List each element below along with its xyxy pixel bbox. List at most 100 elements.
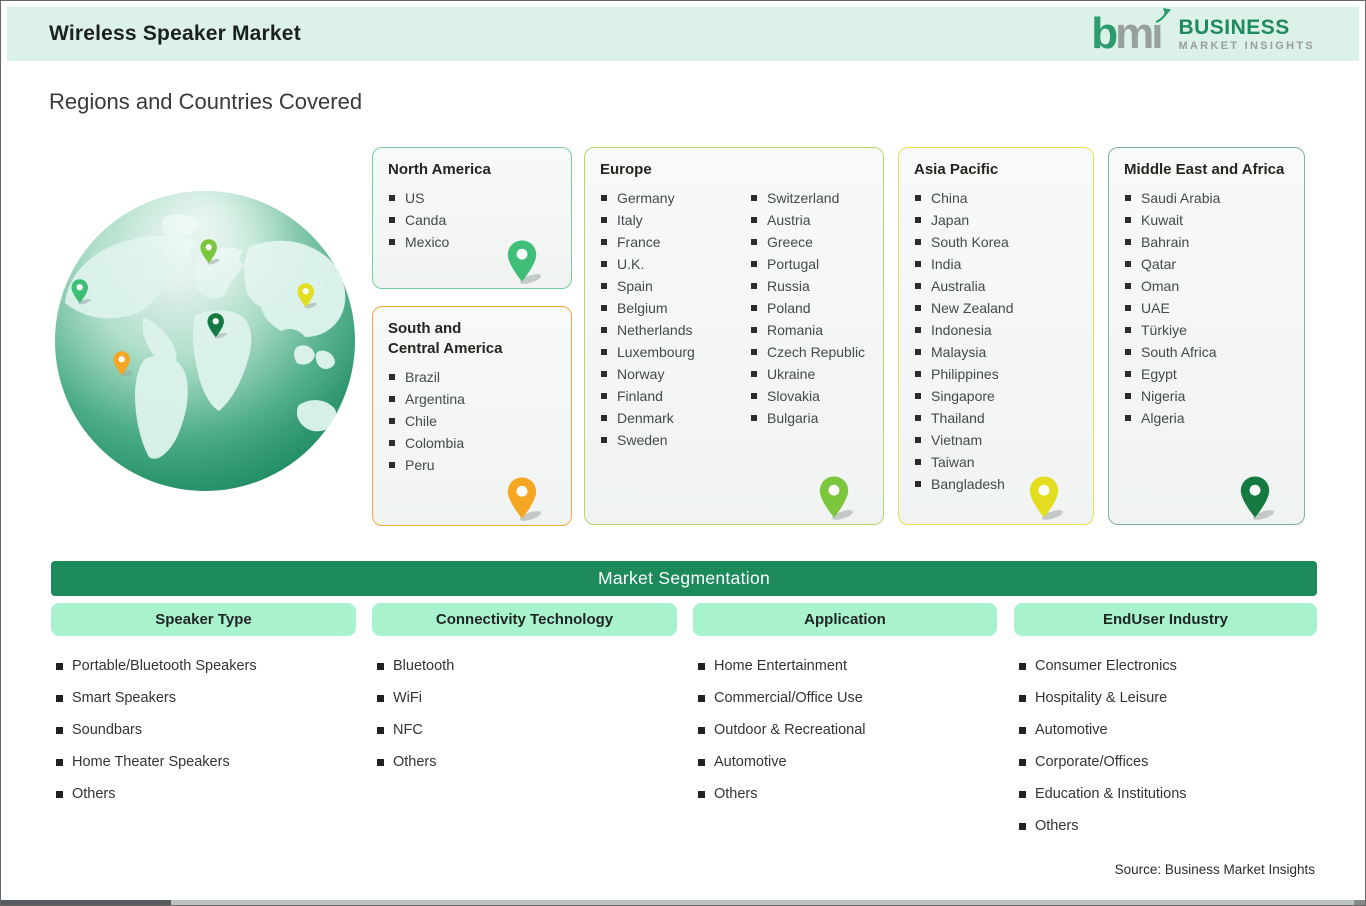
list-item: Bahrain	[1122, 231, 1292, 253]
list-item: Ukraine	[748, 363, 871, 385]
list-item-label: Outdoor & Recreational	[714, 722, 866, 738]
list-item-label: Romania	[767, 322, 824, 338]
bullet-square-icon	[1125, 239, 1131, 245]
globe-graphic	[55, 191, 355, 491]
bullet-square-icon	[915, 305, 921, 311]
list-item: Poland	[748, 297, 871, 319]
scrollbar-thumb[interactable]	[1, 900, 171, 905]
list-item-label: France	[617, 234, 661, 250]
header-band: Wireless Speaker Market bmı BUSINESS MAR…	[7, 7, 1359, 61]
list-item-label: Italy	[617, 212, 643, 228]
bullet-square-icon	[751, 349, 757, 355]
list-item-label: Australia	[931, 278, 986, 294]
list-item: Home Entertainment	[698, 650, 998, 682]
bullet-square-icon	[915, 217, 921, 223]
section-title: Regions and Countries Covered	[49, 89, 363, 114]
list-item-label: Education & Institutions	[1035, 786, 1187, 802]
list-item-label: Hospitality & Leisure	[1035, 690, 1168, 706]
bullet-square-icon	[601, 415, 607, 421]
map-pin-icon	[1029, 476, 1065, 521]
list-item: Denmark	[598, 407, 748, 429]
bullet-square-icon	[389, 396, 395, 402]
list-item: Commercial/Office Use	[698, 682, 998, 714]
region-card-south-central-america: South and Central America Brazil Argentin…	[372, 306, 572, 526]
bullet-square-icon	[1019, 790, 1026, 798]
list-item: NFC	[377, 714, 677, 746]
region-title: South and Central America	[388, 319, 559, 359]
country-list: Germany Italy France U.K. Spain Belgium Nether…	[598, 187, 748, 451]
list-item-label: Türkiye	[1141, 322, 1187, 338]
bullet-square-icon	[601, 239, 607, 245]
region-title-line: South and	[388, 320, 462, 337]
list-item: Others	[56, 778, 356, 810]
list-item: Norway	[598, 363, 748, 385]
bullet-square-icon	[1125, 371, 1131, 377]
list-item-label: Kuwait	[1141, 212, 1184, 228]
bullet-square-icon	[698, 790, 705, 798]
bullet-square-icon	[751, 239, 757, 245]
bullet-square-icon	[389, 440, 395, 446]
bullet-square-icon	[915, 239, 921, 245]
bullet-square-icon	[915, 415, 921, 421]
list-item-label: Bulgaria	[767, 410, 819, 426]
list-item: Portugal	[748, 253, 871, 275]
list-item-label: Consumer Electronics	[1035, 658, 1177, 674]
brand-logo: bmı BUSINESS MARKET INSIGHTS	[1091, 8, 1315, 56]
list-item-label: Czech Republic	[767, 344, 866, 360]
bullet-square-icon	[751, 195, 757, 201]
region-title-line: Central America	[388, 340, 503, 357]
brand-wordmark: BUSINESS MARKET INSIGHTS	[1178, 17, 1315, 52]
bullet-square-icon	[915, 195, 921, 201]
list-item: UAE	[1122, 297, 1292, 319]
europe-country-columns: Germany Italy France U.K. Spain Belgium Nether…	[598, 187, 871, 451]
list-item-label: Algeria	[1141, 410, 1185, 426]
horizontal-scrollbar[interactable]	[1, 900, 1365, 905]
list-item: Consumer Electronics	[1019, 650, 1319, 682]
list-item-label: Ukraine	[767, 366, 816, 382]
brand-line1: BUSINESS	[1178, 15, 1290, 39]
bullet-square-icon	[601, 393, 607, 399]
bullet-square-icon	[915, 349, 921, 355]
list-item: New Zealand	[912, 297, 1081, 319]
bmi-logo-mark: bmı	[1091, 8, 1172, 56]
list-item-label: Automotive	[1035, 722, 1108, 738]
list-item: Australia	[912, 275, 1081, 297]
segment-header-speaker-type: Speaker Type	[51, 603, 356, 636]
list-item-label: Switzerland	[767, 190, 840, 206]
list-item: Automotive	[1019, 714, 1319, 746]
list-item-label: Saudi Arabia	[1141, 190, 1221, 206]
list-item-label: Poland	[767, 300, 811, 316]
page-title: Wireless Speaker Market	[49, 22, 301, 45]
list-item-label: US	[405, 190, 425, 206]
list-item-label: Malaysia	[931, 344, 987, 360]
list-item: Outdoor & Recreational	[698, 714, 998, 746]
list-item-label: Automotive	[714, 754, 787, 770]
list-item: Canda	[386, 209, 559, 231]
list-item-label: Oman	[1141, 278, 1180, 294]
bullet-square-icon	[389, 217, 395, 223]
list-item-label: Smart Speakers	[72, 690, 176, 706]
bullet-square-icon	[1019, 694, 1026, 702]
bullet-square-icon	[1125, 305, 1131, 311]
list-item: Japan	[912, 209, 1081, 231]
list-item-label: Luxembourg	[617, 344, 695, 360]
list-item-label: Indonesia	[931, 322, 992, 338]
list-item: Netherlands	[598, 319, 748, 341]
list-item: Peru	[386, 454, 559, 476]
segment-list-connectivity-technology: Bluetooth WiFi NFC Others	[377, 650, 677, 778]
bullet-square-icon	[601, 437, 607, 443]
bullet-square-icon	[601, 349, 607, 355]
bullet-square-icon	[389, 195, 395, 201]
bullet-square-icon	[915, 459, 921, 465]
bullet-square-icon	[56, 790, 63, 798]
bullet-square-icon	[389, 239, 395, 245]
list-item-label: Soundbars	[72, 722, 143, 738]
list-item-label: Austria	[767, 212, 811, 228]
bullet-square-icon	[1125, 393, 1131, 399]
list-item-label: Others	[714, 786, 758, 802]
list-item: Czech Republic	[748, 341, 871, 363]
bullet-square-icon	[1125, 283, 1131, 289]
bullet-square-icon	[601, 327, 607, 333]
bullet-square-icon	[1125, 195, 1131, 201]
list-item: US	[386, 187, 559, 209]
